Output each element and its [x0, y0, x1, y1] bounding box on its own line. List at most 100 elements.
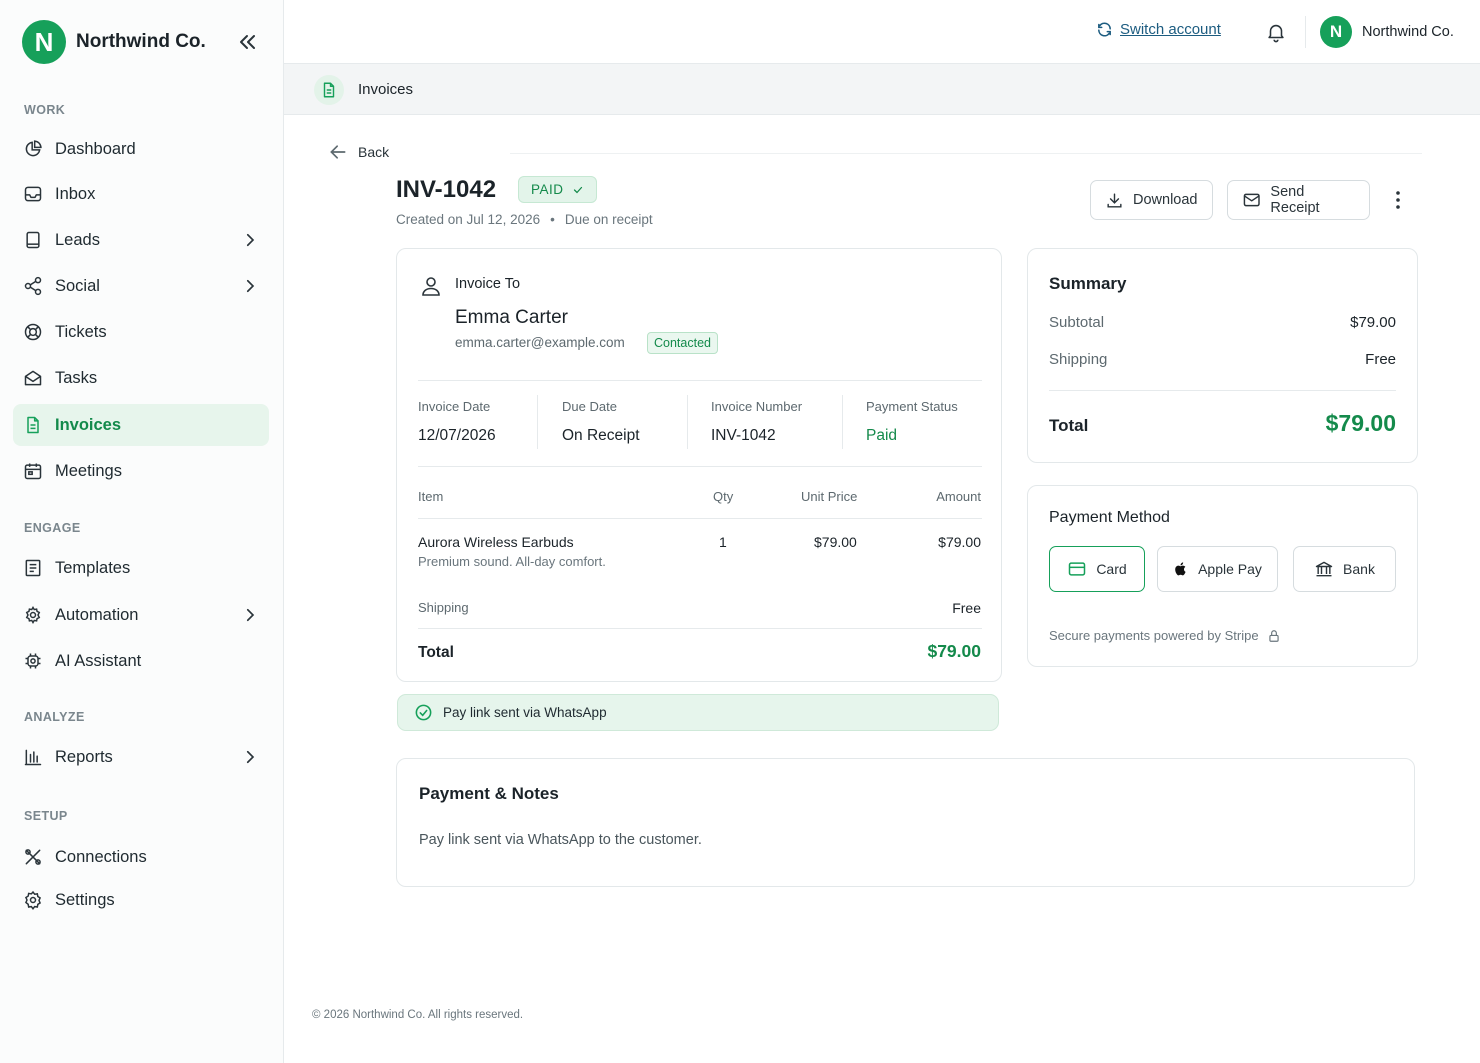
lifebuoy-icon	[23, 322, 43, 342]
invoice-number-field: Invoice Number INV-1042	[711, 399, 802, 445]
brand[interactable]: N Northwind Co.	[22, 20, 206, 64]
sidebar-item-label: Social	[55, 276, 100, 295]
sidebar-item-templates[interactable]: Templates	[13, 547, 269, 589]
sidebar-item-social[interactable]: Social	[13, 265, 269, 307]
shipping-label: Shipping	[418, 600, 469, 615]
brand-logo: N	[22, 20, 66, 64]
status-badge[interactable]: PAID	[518, 176, 597, 203]
bell-icon[interactable]	[1265, 21, 1287, 43]
customer-status-tag: Contacted	[647, 332, 718, 354]
sidebar-item-label: Tasks	[55, 368, 98, 387]
sidebar-item-automation[interactable]: Automation	[13, 594, 269, 636]
notes-title: Payment & Notes	[419, 784, 559, 803]
summary-total-value: $79.00	[1325, 410, 1396, 436]
column-header-amount: Amount	[936, 489, 981, 504]
payment-method-title: Payment Method	[1049, 509, 1170, 526]
payment-status-field: Payment Status Paid	[866, 399, 958, 445]
shipping-row: Shipping Free	[1049, 351, 1396, 368]
account-name: Northwind Co.	[1362, 24, 1454, 40]
send-receipt-button[interactable]: Send Receipt	[1227, 180, 1370, 220]
payment-option-label: Card	[1096, 561, 1127, 577]
sidebar-item-invoices[interactable]: Invoices	[13, 404, 269, 446]
bar-chart-icon	[23, 747, 43, 767]
subtotal-value: $79.00	[1350, 314, 1396, 331]
due-date-field: Due Date On Receipt	[562, 399, 640, 445]
separator-dot: •	[550, 212, 555, 227]
chevron-right-icon	[246, 279, 255, 293]
tablet-icon	[23, 230, 43, 250]
field-value: Paid	[866, 427, 898, 444]
invoice-to-label: Invoice To	[455, 276, 521, 292]
sidebar-item-label: Leads	[55, 230, 100, 249]
invoice-date-field: Invoice Date 12/07/2026	[418, 399, 496, 445]
sidebar-item-dashboard[interactable]: Dashboard	[13, 128, 269, 170]
account-menu[interactable]: N Northwind Co.	[1320, 16, 1454, 48]
subtotal-row: Subtotal $79.00	[1049, 314, 1396, 331]
section-label-engage: ENGAGE	[24, 521, 81, 535]
sidebar-item-label: Tickets	[55, 322, 107, 341]
divider	[418, 466, 982, 467]
pay-link-notice: Pay link sent via WhatsApp	[397, 694, 999, 731]
lock-icon	[1268, 629, 1279, 642]
page-title: Invoices	[358, 81, 414, 98]
payment-option-bank[interactable]: Bank	[1293, 546, 1396, 592]
credit-card-icon	[1069, 562, 1086, 576]
sidebar-item-ai-assistant[interactable]: AI Assistant	[13, 640, 269, 682]
sidebar-item-tickets[interactable]: Tickets	[13, 311, 269, 353]
shipping-value: Free	[952, 600, 981, 616]
collapse-sidebar-icon[interactable]	[236, 30, 260, 54]
check-icon	[573, 186, 582, 193]
summary-total-label: Total	[1049, 416, 1089, 435]
notice-text: Pay link sent via WhatsApp	[443, 705, 607, 720]
sidebar-item-label: Meetings	[55, 461, 122, 480]
payment-option-card[interactable]: Card	[1049, 546, 1145, 592]
customer-email: emma.carter@example.com	[455, 335, 625, 350]
customer-name: Emma Carter	[455, 307, 568, 328]
invoice-meta: Created on Jul 12, 2026 • Due on receipt	[396, 212, 653, 227]
section-label-setup: SETUP	[24, 809, 68, 823]
sidebar-item-reports[interactable]: Reports	[13, 736, 269, 778]
line-item-name: Aurora Wireless Earbuds	[418, 534, 574, 550]
due-note: Due on receipt	[564, 212, 653, 227]
status-badge-label: PAID	[531, 182, 564, 197]
sidebar-item-settings[interactable]: Settings	[13, 879, 269, 921]
chevron-right-icon	[246, 608, 255, 622]
invoice-number-title: INV-1042	[396, 176, 497, 203]
sidebar-item-connections[interactable]: Connections	[13, 836, 269, 878]
payment-option-label: Bank	[1343, 561, 1375, 577]
chip-icon	[23, 651, 43, 671]
back-link[interactable]: Back	[328, 142, 389, 162]
line-item-unit-price: $79.00	[814, 534, 857, 550]
field-label: Invoice Number	[711, 399, 803, 414]
share-icon	[23, 276, 43, 296]
switch-account-link[interactable]: Switch account	[1096, 21, 1221, 38]
section-label-analyze: ANALYZE	[24, 710, 85, 724]
section-label-work: WORK	[24, 103, 66, 117]
bank-icon	[1315, 561, 1333, 577]
sidebar-item-label: Reports	[55, 747, 113, 766]
footer-copyright: © 2026 Northwind Co. All rights reserved…	[312, 1009, 524, 1021]
sidebar-item-label: Connections	[55, 847, 147, 866]
more-options-icon[interactable]	[1388, 188, 1408, 212]
top-bar: Switch account N Northwind Co.	[284, 0, 1480, 64]
payment-method-card: Payment Method Card Apple Pay Bank Secur…	[1027, 485, 1418, 667]
summary-card: Summary Subtotal $79.00 Shipping Free To…	[1027, 248, 1418, 463]
download-button[interactable]: Download	[1090, 180, 1213, 220]
sidebar-item-label: Settings	[55, 890, 115, 909]
payment-option-apple-pay[interactable]: Apple Pay	[1157, 546, 1278, 592]
inbox-icon	[23, 184, 43, 204]
chevron-right-icon	[246, 750, 255, 764]
sidebar-item-meetings[interactable]: Meetings	[13, 450, 269, 492]
divider	[687, 395, 688, 449]
document-icon	[23, 415, 43, 435]
back-label: Back	[358, 144, 390, 160]
divider	[1305, 16, 1306, 48]
envelope-open-icon	[23, 368, 43, 388]
sidebar-item-tasks[interactable]: Tasks	[13, 357, 269, 399]
sidebar-item-leads[interactable]: Leads	[13, 219, 269, 261]
divider	[418, 518, 982, 519]
field-label: Payment Status	[866, 399, 958, 414]
template-icon	[23, 558, 43, 578]
sidebar-item-inbox[interactable]: Inbox	[13, 173, 269, 215]
sidebar-item-label: Dashboard	[55, 139, 136, 158]
